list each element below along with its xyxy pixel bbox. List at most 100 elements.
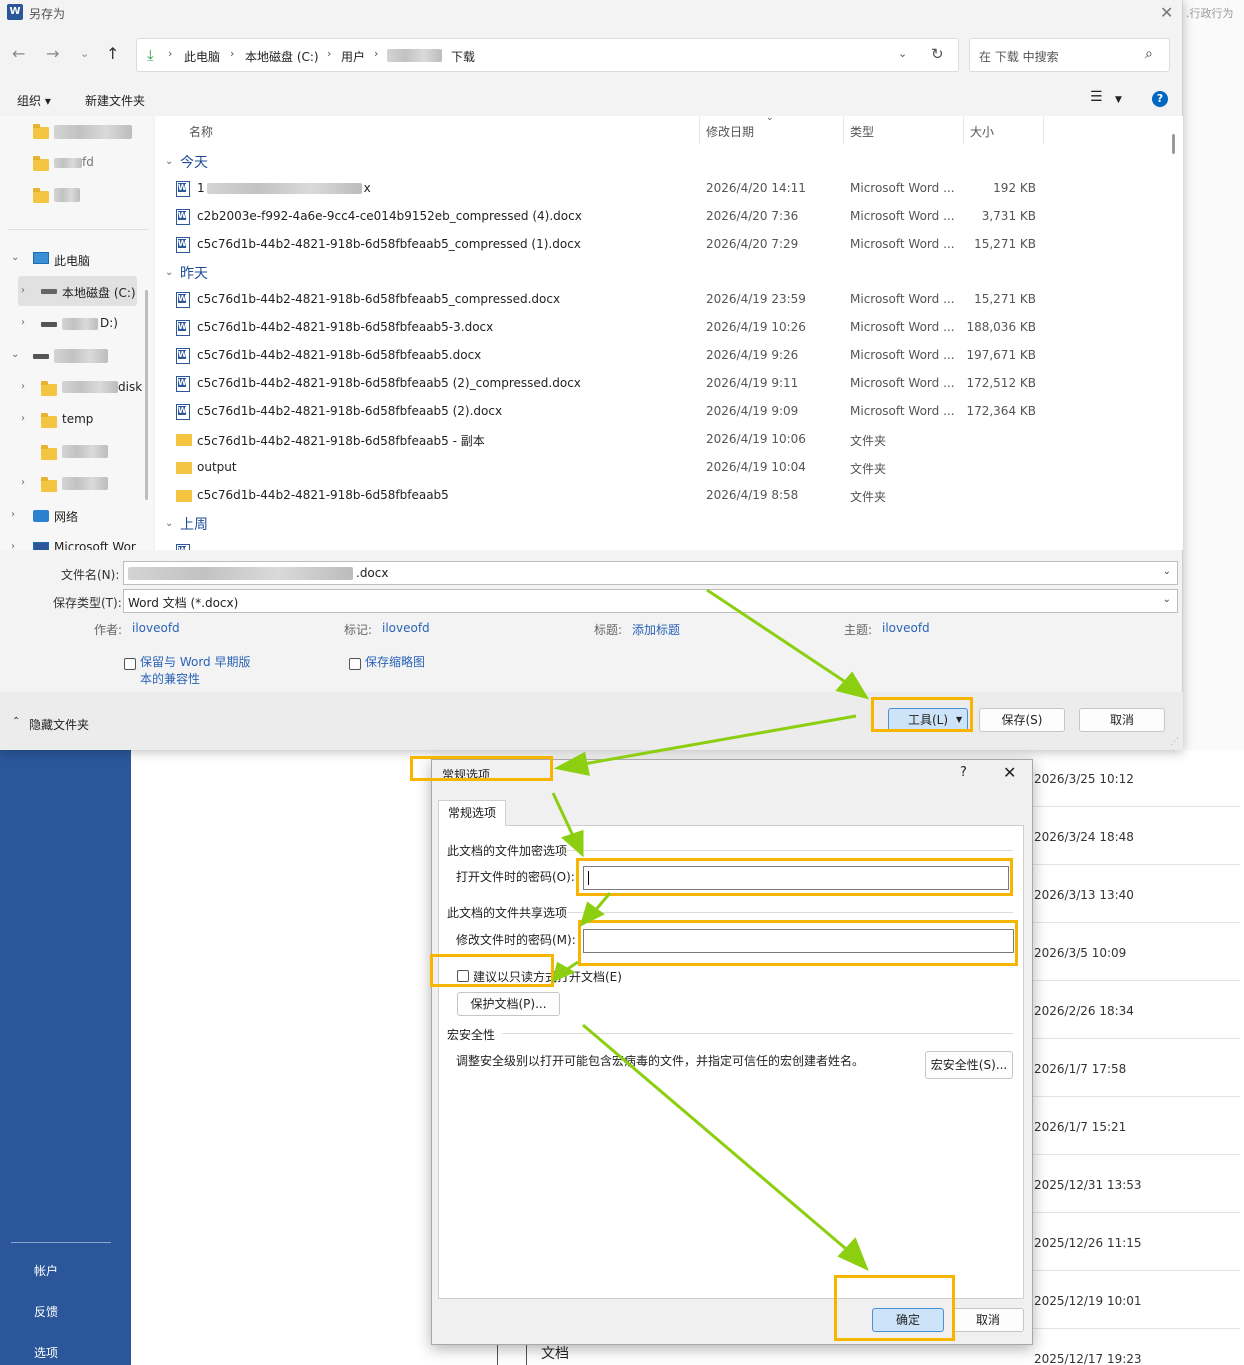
file-row[interactable]: c5c76d1b-44b2-4821-918b-6d58fbfeaab5 (2)… <box>155 370 1165 398</box>
compatibility-checkbox[interactable] <box>124 658 136 670</box>
tags-value[interactable]: iloveofd <box>382 621 430 635</box>
protect-document-button[interactable]: 保护文档(P)... <box>457 992 560 1016</box>
up-arrow-icon[interactable]: ↑ <box>106 44 119 63</box>
group-header-last-week[interactable]: 上周 <box>180 514 208 534</box>
column-header-size[interactable]: 大小 <box>970 123 994 140</box>
forward-arrow-icon[interactable]: → <box>46 44 59 63</box>
sidebar-item-account[interactable]: 帐户 <box>34 1262 58 1279</box>
expand-chevron-icon[interactable]: › <box>21 477 25 488</box>
tools-button[interactable]: 工具(L) ▼ <box>888 708 968 732</box>
file-row[interactable] <box>155 538 1165 550</box>
file-row[interactable]: c5c76d1b-44b2-4821-918b-6d58fbfeaab5.doc… <box>155 342 1165 370</box>
macro-security-button[interactable]: 宏安全性(S)... <box>925 1051 1013 1079</box>
search-input[interactable]: 在 下载 中搜索 <box>979 48 1059 65</box>
collapse-chevron-icon[interactable]: ⌃ <box>12 716 20 727</box>
view-dropdown-chevron-icon[interactable]: ▼ <box>1115 95 1122 105</box>
nav-item-network[interactable]: 网络 <box>54 508 78 525</box>
nav-item-local-disk[interactable]: 本地磁盘 (C:) <box>62 284 136 301</box>
nav-item-redacted[interactable]: fd <box>54 155 94 169</box>
file-row[interactable]: output 2026/4/19 10:04 文件夹 <box>155 454 1165 482</box>
expand-chevron-icon[interactable]: › <box>11 509 15 520</box>
close-icon[interactable]: ✕ <box>1160 3 1173 22</box>
cancel-button[interactable]: 取消 <box>952 1308 1024 1332</box>
expand-chevron-icon[interactable]: › <box>21 317 25 328</box>
file-row[interactable]: c5c76d1b-44b2-4821-918b-6d58fbfeaab5_com… <box>155 231 1165 259</box>
ok-button[interactable]: 确定 <box>872 1308 944 1332</box>
recent-date: 2026/3/24 18:48 <box>1034 830 1134 844</box>
open-password-input[interactable] <box>583 866 1009 890</box>
collapse-chevron-icon[interactable]: ⌄ <box>165 156 173 167</box>
new-folder-button[interactable]: 新建文件夹 <box>85 92 145 109</box>
column-header-type[interactable]: 类型 <box>850 123 874 140</box>
sidebar-item-feedback[interactable]: 反馈 <box>34 1303 58 1320</box>
tab-general-options[interactable]: 常规选项 <box>438 800 506 826</box>
breadcrumb-local-disk[interactable]: 本地磁盘 (C:) <box>245 48 319 65</box>
nav-item-disk[interactable]: disk <box>118 380 142 394</box>
file-row[interactable]: c2b2003e-f992-4a6e-9cc4-ce014b9152eb_com… <box>155 203 1165 231</box>
help-icon[interactable]: ? <box>960 765 967 780</box>
thumbnail-label[interactable]: 保存缩略图 <box>365 654 425 671</box>
readonly-checkbox[interactable] <box>457 970 469 982</box>
breadcrumb-this-pc[interactable]: 此电脑 <box>184 48 220 65</box>
close-icon[interactable]: ✕ <box>1003 763 1016 782</box>
filetype-dropdown-chevron-icon[interactable]: ⌄ <box>1163 594 1171 605</box>
nav-item-drive-d[interactable]: D:) <box>100 316 118 330</box>
filename-combo[interactable]: .docx ⌄ <box>123 561 1178 585</box>
nav-item-temp[interactable]: temp <box>62 412 93 426</box>
refresh-icon[interactable]: ↻ <box>931 45 944 63</box>
title-value[interactable]: 添加标题 <box>632 621 680 638</box>
file-row[interactable]: c5c76d1b-44b2-4821-918b-6d58fbfeaab5 2026… <box>155 482 1165 510</box>
column-divider[interactable] <box>699 116 700 144</box>
nav-item-microsoft-word[interactable]: Microsoft Wor <box>54 540 136 550</box>
breadcrumb-downloads[interactable]: 下载 <box>451 48 475 65</box>
documents-label[interactable]: 文档 <box>541 1343 569 1363</box>
hide-folders-button[interactable]: 隐藏文件夹 <box>29 716 89 733</box>
help-icon[interactable]: ? <box>1152 91 1168 107</box>
file-row[interactable]: c5c76d1b-44b2-4821-918b-6d58fbfeaab5 - 副… <box>155 426 1165 454</box>
expand-chevron-icon[interactable]: ⌄ <box>11 252 19 263</box>
resize-grip-icon[interactable]: ⋰ <box>1170 737 1179 747</box>
collapse-chevron-icon[interactable]: ⌄ <box>165 267 173 278</box>
address-bar[interactable]: ⤓ › 此电脑 › 本地磁盘 (C:) › 用户 › 下载 ⌄ ↻ <box>136 38 959 72</box>
back-arrow-icon[interactable]: ← <box>12 44 25 63</box>
address-dropdown-chevron-icon[interactable]: ⌄ <box>898 47 907 60</box>
column-divider[interactable] <box>843 116 844 144</box>
expand-chevron-icon[interactable]: › <box>21 413 25 424</box>
compatibility-label[interactable]: 保留与 Word 早期版 本的兼容性 <box>140 654 250 688</box>
column-divider[interactable] <box>1043 116 1044 144</box>
file-row[interactable]: c5c76d1b-44b2-4821-918b-6d58fbfeaab5-3.d… <box>155 314 1165 342</box>
modify-password-input[interactable] <box>583 929 1014 953</box>
thumbnail-checkbox[interactable] <box>349 658 361 670</box>
expand-chevron-icon[interactable]: › <box>21 381 25 392</box>
nav-item-this-pc[interactable]: 此电脑 <box>54 252 90 269</box>
nav-scrollbar[interactable] <box>145 290 148 500</box>
column-divider[interactable] <box>963 116 964 144</box>
search-box[interactable]: 在 下载 中搜索 ⌕ <box>969 38 1170 72</box>
cancel-button[interactable]: 取消 <box>1079 708 1165 732</box>
file-row[interactable]: c5c76d1b-44b2-4821-918b-6d58fbfeaab5 (2)… <box>155 398 1165 426</box>
readonly-label[interactable]: 建议以只读方式打开文档(E) <box>473 968 622 985</box>
group-header-yesterday[interactable]: 昨天 <box>180 263 208 283</box>
save-button[interactable]: 保存(S) <box>979 708 1065 732</box>
file-list-scrollbar[interactable] <box>1172 134 1175 154</box>
sidebar-item-options[interactable]: 选项 <box>34 1344 58 1361</box>
expand-chevron-icon[interactable]: › <box>11 541 15 550</box>
collapse-chevron-icon[interactable]: ⌄ <box>165 518 173 529</box>
file-row[interactable]: c5c76d1b-44b2-4821-918b-6d58fbfeaab5_com… <box>155 286 1165 314</box>
subject-value[interactable]: iloveofd <box>882 621 930 635</box>
expand-chevron-icon[interactable]: ⌄ <box>11 349 19 360</box>
column-header-name[interactable]: 名称 <box>189 123 213 140</box>
column-header-date[interactable]: 修改日期 <box>706 123 754 140</box>
view-list-icon[interactable]: ☰ <box>1090 89 1103 105</box>
filename-input[interactable]: .docx <box>356 566 388 580</box>
recent-locations-chevron-icon[interactable]: ⌄ <box>80 47 89 60</box>
group-header-today[interactable]: 今天 <box>180 152 208 172</box>
organize-button[interactable]: 组织 ▾ <box>17 92 51 109</box>
breadcrumb-users[interactable]: 用户 <box>341 48 365 65</box>
author-value[interactable]: iloveofd <box>132 621 180 635</box>
expand-chevron-icon[interactable]: › <box>21 285 25 296</box>
filename-dropdown-chevron-icon[interactable]: ⌄ <box>1163 566 1171 577</box>
filetype-combo[interactable]: Word 文档 (*.docx) ⌄ <box>123 589 1178 613</box>
search-icon[interactable]: ⌕ <box>1145 46 1153 62</box>
file-row[interactable]: 1x 2026/4/20 14:11 Microsoft Word ... 19… <box>155 175 1165 203</box>
